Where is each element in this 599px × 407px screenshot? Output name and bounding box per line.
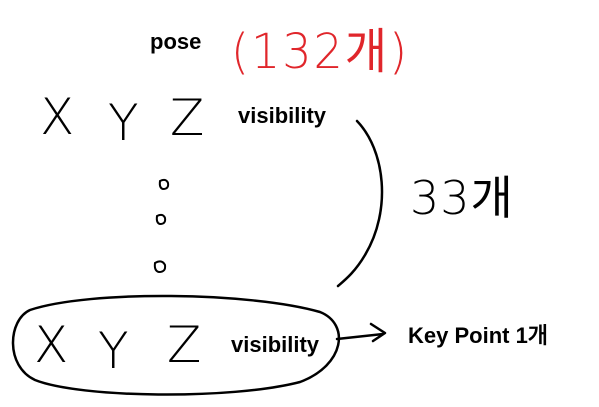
pose-title: pose — [150, 29, 202, 54]
bottom-y-label: Y — [98, 322, 129, 380]
pose-count: (132개) — [231, 22, 410, 80]
top-visibility-label: visibility — [238, 103, 327, 128]
keypoint-label: Key Point 1개 — [408, 323, 549, 348]
bottom-visibility-label: visibility — [231, 332, 320, 357]
group-bracket — [336, 119, 384, 288]
dot-1 — [158, 178, 170, 191]
bottom-x-label: X — [34, 316, 69, 374]
arrow — [335, 322, 387, 343]
top-y-label: Y — [108, 94, 139, 152]
group-count: 33개 — [410, 171, 514, 225]
dot-3 — [153, 260, 167, 274]
top-z-label: Z — [170, 89, 205, 147]
dot-2 — [155, 213, 167, 226]
ellipsis-dots — [153, 178, 170, 274]
bottom-z-label: Z — [167, 316, 202, 374]
top-x-label: X — [40, 88, 75, 146]
